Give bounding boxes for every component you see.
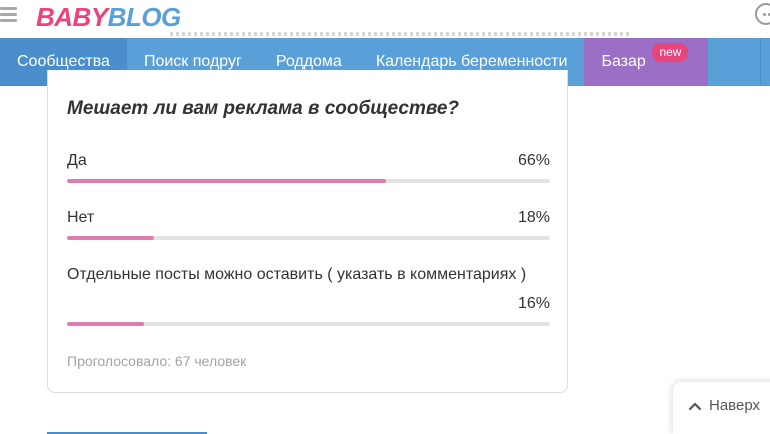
votes-count: Проголосовало: 67 человек bbox=[67, 353, 247, 369]
poll-option-fill bbox=[67, 179, 386, 183]
poll-option-percent: 16% bbox=[517, 295, 550, 312]
poll-option[interactable]: Нет 18% bbox=[67, 209, 550, 243]
nav-item-label: Сообщества bbox=[17, 53, 110, 70]
poll-option-track bbox=[67, 236, 550, 240]
svg-text:BABYBLOG: BABYBLOG bbox=[36, 2, 181, 32]
nav-item-label: Календарь беременности bbox=[375, 53, 568, 70]
nav-item-label: Роддома bbox=[275, 53, 342, 70]
poll-option-percent: 18% bbox=[517, 209, 550, 226]
poll-option-label: Отдельные посты можно оставить ( указать… bbox=[67, 266, 527, 283]
nav-item-bazar[interactable]: Базар new bbox=[584, 38, 709, 86]
menu-icon-line bbox=[0, 13, 17, 16]
poll-option-label: Нет bbox=[67, 209, 95, 226]
poll-option[interactable]: Да 66% bbox=[67, 152, 550, 186]
next-section-heading bbox=[47, 425, 207, 434]
menu-icon[interactable] bbox=[0, 5, 18, 25]
scroll-to-top-label: Наверх bbox=[709, 397, 760, 414]
poll-option-label: Да bbox=[67, 152, 87, 169]
nav-item-next[interactable] bbox=[760, 38, 770, 86]
poll-option-track bbox=[67, 179, 550, 183]
chevron-up-icon bbox=[688, 402, 702, 410]
poll-question: Мешает ли вам реклама в сообществе? bbox=[67, 98, 460, 119]
nav-item-label: Поиск подруг bbox=[143, 53, 242, 70]
poll-option[interactable]: Отдельные посты можно оставить ( указать… bbox=[67, 266, 550, 328]
poll-option-track bbox=[67, 322, 550, 326]
top-bar: BABYBLOG bbox=[0, 0, 770, 38]
header-divider bbox=[170, 32, 630, 36]
scroll-to-top-button[interactable]: Наверх bbox=[673, 382, 770, 434]
page: BABYBLOG Сообщества Поиск подруг Роддома… bbox=[0, 0, 770, 434]
logo-image: BABYBLOG bbox=[36, 2, 182, 32]
babyblog-logo[interactable]: BABYBLOG bbox=[36, 0, 201, 34]
menu-icon-line bbox=[0, 7, 17, 10]
poll-option-fill bbox=[67, 322, 145, 326]
nav-item-label: Базар bbox=[601, 53, 646, 70]
new-badge: new bbox=[652, 43, 689, 62]
poll-option-fill bbox=[67, 236, 154, 240]
scroll-to-top-content: Наверх bbox=[688, 397, 760, 414]
menu-icon-line bbox=[0, 19, 17, 22]
poll-option-percent: 66% bbox=[517, 152, 550, 169]
more-icon[interactable] bbox=[755, 3, 770, 25]
